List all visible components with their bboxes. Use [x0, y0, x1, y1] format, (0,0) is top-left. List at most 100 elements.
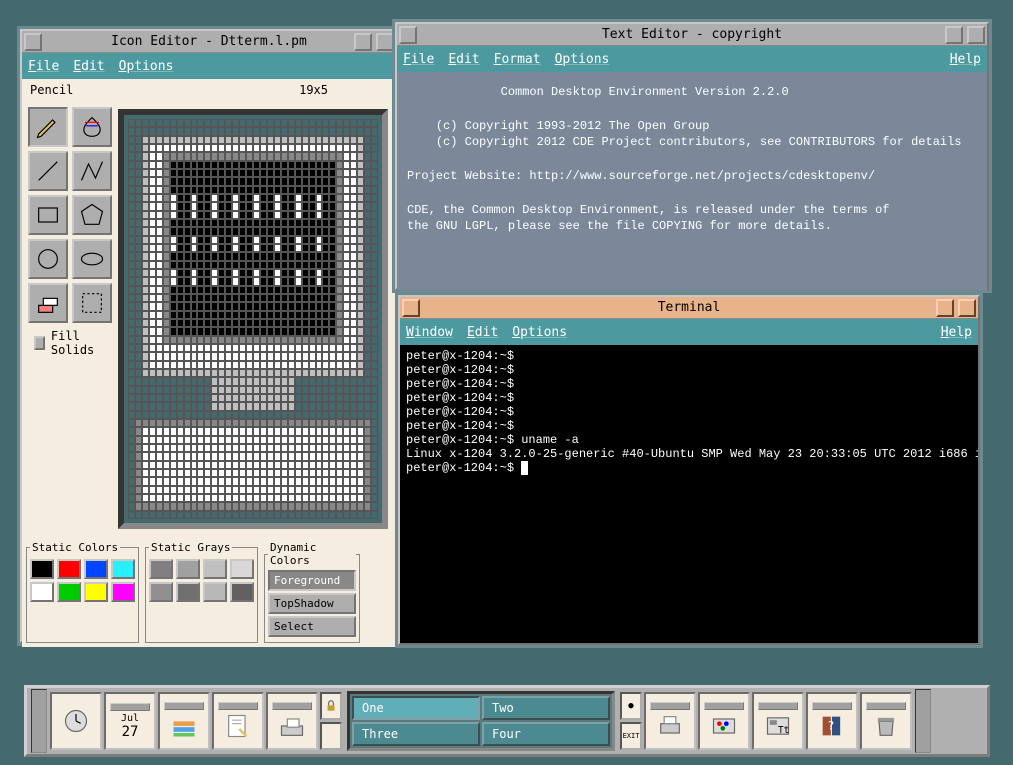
menu-help[interactable]: Help: [941, 325, 972, 340]
pixel-canvas[interactable]: [118, 109, 388, 529]
subpanel-arrow-icon[interactable]: [704, 702, 744, 710]
tool-flood[interactable]: [72, 107, 112, 147]
lock-button[interactable]: [320, 692, 342, 720]
tool-select[interactable]: [72, 283, 112, 323]
textedit-button[interactable]: [212, 692, 264, 750]
dyn-topshadow[interactable]: TopShadow: [268, 593, 356, 614]
minimize-button[interactable]: [945, 26, 963, 44]
subpanel-arrow-icon[interactable]: [650, 702, 690, 710]
style-button[interactable]: [698, 692, 750, 750]
gray-swatch[interactable]: [203, 582, 227, 602]
color-swatch[interactable]: [57, 559, 81, 579]
color-swatch[interactable]: [30, 582, 54, 602]
gray-swatch[interactable]: [149, 582, 173, 602]
color-swatch[interactable]: [30, 559, 54, 579]
workspace-two[interactable]: Two: [482, 696, 610, 720]
text-editor-titlebar[interactable]: Text Editor - copyright: [397, 24, 987, 46]
current-tool-label: Pencil: [30, 83, 73, 97]
tool-rect[interactable]: [28, 195, 68, 235]
icon-editor-window: Icon Editor - Dtterm.l.pm File Edit Opti…: [20, 29, 398, 643]
svg-text:Tt: Tt: [778, 725, 789, 736]
dyn-foreground[interactable]: Foreground: [268, 570, 356, 591]
panel-grip-left[interactable]: [31, 689, 47, 753]
text-editor-content[interactable]: Common Desktop Environment Version 2.2.0…: [397, 72, 987, 290]
filemgr-button[interactable]: [158, 692, 210, 750]
lock-column: [320, 692, 342, 750]
menu-options[interactable]: Options: [555, 52, 610, 67]
fill-solids-checkbox[interactable]: [34, 336, 45, 350]
gray-swatch[interactable]: [230, 559, 254, 579]
window-menu-button[interactable]: [399, 26, 417, 44]
exit-button[interactable]: EXIT: [620, 722, 642, 750]
maximize-button[interactable]: [958, 299, 976, 317]
color-swatch[interactable]: [111, 582, 135, 602]
workspace-four[interactable]: Four: [482, 722, 610, 746]
subpanel-arrow-icon[interactable]: [866, 702, 906, 710]
gray-swatch[interactable]: [203, 559, 227, 579]
tool-erase[interactable]: [28, 283, 68, 323]
workspace-three[interactable]: Three: [352, 722, 480, 746]
window-title: Terminal: [658, 300, 721, 315]
subpanel-arrow-icon[interactable]: [110, 703, 150, 711]
maximize-button[interactable]: [376, 33, 394, 51]
trash-button[interactable]: [860, 692, 912, 750]
window-menu-button[interactable]: [24, 33, 42, 51]
minimize-button[interactable]: [354, 33, 372, 51]
menu-help[interactable]: Help: [950, 52, 981, 67]
gray-swatch[interactable]: [176, 582, 200, 602]
minimize-button[interactable]: [936, 299, 954, 317]
mail-button[interactable]: [266, 692, 318, 750]
menu-window[interactable]: Window: [406, 325, 453, 340]
panel-grip-right[interactable]: [915, 689, 931, 753]
front-panel: Jul 27 One Two Three Four ● EXIT Tt: [24, 685, 990, 757]
menu-file[interactable]: File: [28, 59, 59, 74]
gray-swatch[interactable]: [176, 559, 200, 579]
icon-editor-titlebar[interactable]: Icon Editor - Dtterm.l.pm: [22, 31, 396, 53]
subpanel-arrow-icon[interactable]: [164, 702, 204, 710]
menu-options[interactable]: Options: [119, 59, 174, 74]
terminal-content[interactable]: peter@x-1204:~$ peter@x-1204:~$ peter@x-…: [400, 345, 978, 643]
color-swatch[interactable]: [111, 559, 135, 579]
static-colors-box: Static Colors: [26, 541, 139, 643]
workspace-one[interactable]: One: [352, 696, 480, 720]
fill-solids-row: Fill Solids: [26, 325, 114, 361]
terminal-titlebar[interactable]: Terminal: [400, 297, 978, 319]
tool-polygon[interactable]: [72, 195, 112, 235]
menu-file[interactable]: File: [403, 52, 434, 67]
tool-pencil[interactable]: [28, 107, 68, 147]
exit-column: ● EXIT: [620, 692, 642, 750]
subpanel-arrow-icon[interactable]: [812, 702, 852, 710]
subpanel-arrow-icon[interactable]: [272, 702, 312, 710]
tool-polyline[interactable]: [72, 151, 112, 191]
menu-edit[interactable]: Edit: [448, 52, 479, 67]
tool-circle[interactable]: [28, 239, 68, 279]
fill-solids-label: Fill Solids: [51, 329, 106, 357]
dynamic-colors-box: Dynamic Colors Foreground TopShadow Sele…: [264, 541, 360, 643]
tool-line[interactable]: [28, 151, 68, 191]
calendar-button[interactable]: Jul 27: [104, 692, 156, 750]
subpanel-arrow-icon[interactable]: [218, 702, 258, 710]
gray-swatch[interactable]: [149, 559, 173, 579]
text-editor-window: Text Editor - copyright File Edit Format…: [395, 22, 989, 290]
menu-edit[interactable]: Edit: [467, 325, 498, 340]
icon-editor-statusbar: Pencil 19x5: [22, 79, 396, 101]
color-swatch[interactable]: [84, 559, 108, 579]
color-swatch[interactable]: [57, 582, 81, 602]
help-button[interactable]: ?: [806, 692, 858, 750]
static-grays-box: Static Grays: [145, 541, 258, 643]
subpanel-arrow-icon[interactable]: [758, 702, 798, 710]
tool-ellipse[interactable]: [72, 239, 112, 279]
menu-format[interactable]: Format: [494, 52, 541, 67]
menu-options[interactable]: Options: [512, 325, 567, 340]
window-menu-button[interactable]: [402, 299, 420, 317]
menu-edit[interactable]: Edit: [73, 59, 104, 74]
gray-swatch[interactable]: [230, 582, 254, 602]
dyn-select[interactable]: Select: [268, 616, 356, 637]
cursor-coord: 19x5: [299, 83, 328, 97]
clock-button[interactable]: [50, 692, 102, 750]
printer-button[interactable]: [644, 692, 696, 750]
maximize-button[interactable]: [967, 26, 985, 44]
icon-editor-menubar: File Edit Options: [22, 53, 396, 79]
color-swatch[interactable]: [84, 582, 108, 602]
apps-button[interactable]: Tt: [752, 692, 804, 750]
